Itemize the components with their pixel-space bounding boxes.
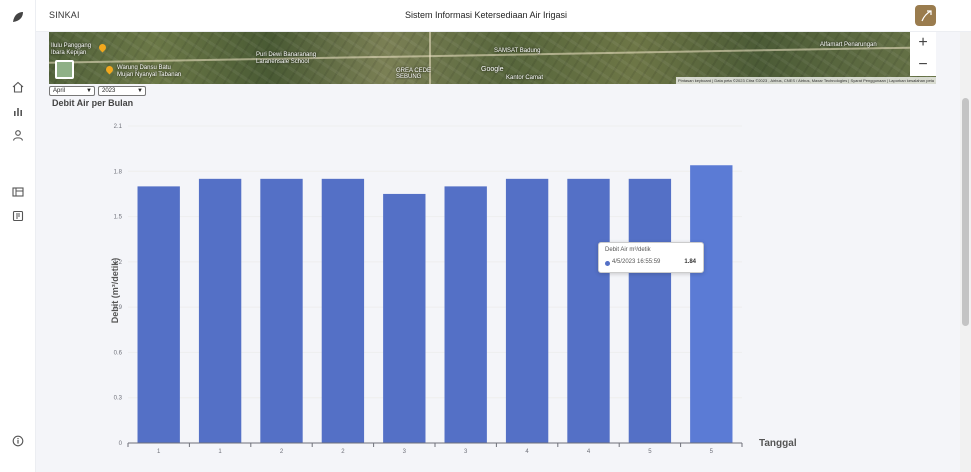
chart-bar (383, 193, 426, 443)
map-label: Warung Dansu Batu (117, 65, 171, 71)
info-icon[interactable] (10, 433, 26, 449)
x-tick-label: 5 (710, 449, 714, 455)
sidebar (0, 0, 36, 472)
chart-bar (628, 178, 672, 443)
x-tick-label: 4 (525, 449, 529, 455)
chart-bar (505, 178, 549, 443)
user-logo-icon (920, 9, 932, 21)
top-header: SINKAI Sistem Informasi Ketersediaan Air… (36, 0, 971, 32)
app-root: SINKAI Sistem Informasi Ketersediaan Air… (0, 0, 971, 472)
chart-canvas: 00.30.60.91.21.51.82.11 1 2 2 3 3 4 4 5 5TanggalD… (110, 124, 797, 455)
chart-bar (321, 178, 365, 443)
bar-chart: 0 0.3 0.6 0.9 1.2 1.5 1.8 2.1 1 1 2 2 3 3 4 4 5 5 Tanggal D… (36, 108, 960, 472)
x-tick-label: 1 (218, 449, 222, 455)
map-label: Kantor Camat (506, 75, 544, 81)
report-icon[interactable] (10, 208, 26, 224)
chart-bar (137, 186, 180, 443)
map-label: Alfamart Penarungan (820, 42, 877, 48)
chart-tooltip: Debit Air m³/detik 4/5/2023 16:55:59 1.8… (598, 242, 704, 273)
map-label: Mujan Nyanyal Tabanan (117, 72, 182, 78)
tooltip-title: Debit Air m³/detik (605, 247, 651, 253)
map-label: Puri Dewi Banaranang (256, 52, 317, 58)
tooltip-label: 4/5/2023 16:55:59 (612, 259, 661, 265)
page-scrollbar[interactable] (960, 32, 971, 472)
year-select-value: 2023 (102, 88, 116, 94)
chart-bar (260, 178, 303, 443)
y-tick-label: 0.3 (114, 396, 123, 402)
x-tick-label: 2 (341, 449, 345, 455)
x-tick-label: 4 (587, 449, 591, 455)
page-title: Sistem Informasi Ketersediaan Air Irigas… (404, 10, 568, 20)
map-label: Ibara Kepijan (51, 50, 87, 56)
google-logo: Google (481, 66, 504, 73)
avatar[interactable] (915, 5, 936, 26)
chart-bar (567, 178, 610, 443)
chart-heading: Debit Air per Bulan (52, 98, 134, 108)
month-select-value: April (53, 88, 66, 94)
y-tick-label: 1.5 (114, 215, 123, 221)
x-tick-label: 1 (157, 449, 161, 455)
home-icon[interactable] (10, 79, 26, 95)
month-select[interactable]: April ▼ (49, 86, 95, 96)
zoom-out-button[interactable]: − (910, 54, 936, 76)
scrollbar-thumb[interactable] (962, 98, 969, 326)
series-dot-icon (605, 261, 610, 266)
y-tick-label: 1.8 (114, 169, 123, 175)
x-tick-label: 3 (403, 449, 407, 455)
user-icon[interactable] (10, 127, 26, 143)
bar-chart-icon[interactable] (10, 103, 26, 119)
y-tick-label: 2.1 (114, 124, 123, 130)
map-label: Ilulu Panggang (51, 43, 92, 49)
chart-bar (444, 186, 487, 443)
y-tick-label: 0.6 (114, 350, 123, 356)
map-pin-icon[interactable] (104, 64, 115, 75)
map-view[interactable]: Ilulu Panggang Ibara Kepijan Warung Dans… (49, 32, 936, 84)
year-select[interactable]: 2023 ▼ (98, 86, 146, 96)
x-axis-title: Tanggal (759, 438, 797, 449)
map-icon[interactable] (10, 184, 26, 200)
x-tick-label: 5 (648, 449, 652, 455)
tooltip-value: 1.84 (684, 259, 696, 265)
map-label: SAMSAT Badung (494, 48, 541, 54)
y-tick-label: 0 (119, 441, 123, 447)
map-attribution: Pintasan keyboard | Data peta ©2023 Citr… (676, 77, 936, 84)
y-axis-title: Debit (m³/detik) (110, 258, 120, 324)
x-tick-label: 2 (280, 449, 284, 455)
map-pin-icon[interactable] (97, 42, 108, 53)
chevron-down-icon: ▼ (137, 88, 143, 94)
map-road (49, 46, 936, 64)
chart-bar (198, 178, 242, 443)
zoom-in-button[interactable]: + (910, 32, 936, 54)
chart-bar (690, 165, 733, 443)
map-label: Laranensale School (256, 59, 310, 65)
chevron-down-icon: ▼ (86, 88, 92, 94)
map-type-toggle[interactable] (55, 60, 74, 79)
leaf-logo-icon[interactable] (10, 9, 26, 25)
map-label: SEBUNG (396, 74, 422, 80)
map-road (429, 32, 431, 84)
x-tick-label: 3 (464, 449, 468, 455)
